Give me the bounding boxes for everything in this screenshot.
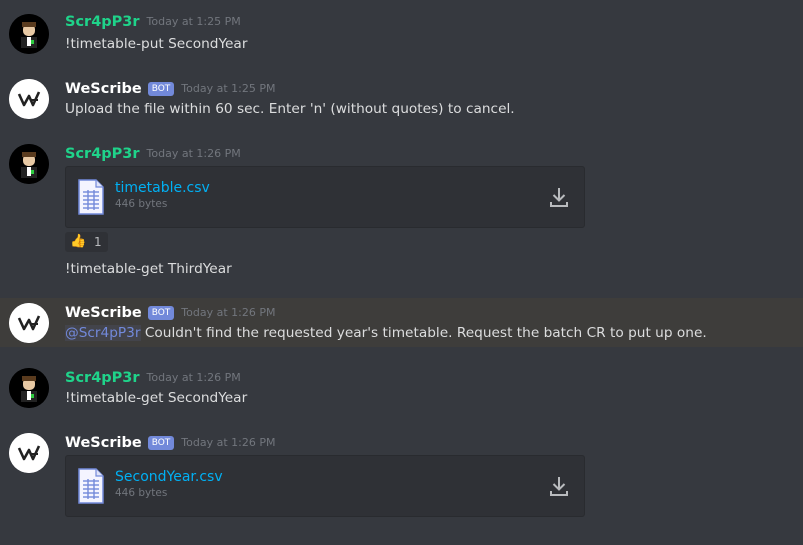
- username[interactable]: WeScribe: [65, 81, 142, 97]
- message-text: Upload the file within 60 sec. Enter 'n'…: [65, 101, 515, 117]
- timestamp: Today at 1:25 PM: [146, 15, 241, 28]
- bot-badge: BOT: [147, 436, 175, 450]
- username[interactable]: Scr4pP3r: [65, 146, 140, 162]
- avatar[interactable]: [9, 144, 49, 184]
- avatar[interactable]: [9, 368, 49, 408]
- file-icon: [78, 179, 104, 219]
- avatar[interactable]: [9, 14, 49, 54]
- avatar[interactable]: [9, 79, 49, 119]
- avatar[interactable]: [9, 433, 49, 473]
- file-link[interactable]: SecondYear.csv: [115, 468, 223, 486]
- message-highlighted: WeScribe BOT Today at 1:26 PM @Scr4pP3r Co…: [0, 298, 803, 347]
- username[interactable]: Scr4pP3r: [65, 370, 140, 386]
- thumbs-up-icon: 👍: [70, 234, 87, 249]
- message-text: !timetable-put SecondYear: [65, 36, 248, 52]
- bot-badge: BOT: [147, 82, 175, 96]
- username[interactable]: Scr4pP3r: [65, 14, 140, 30]
- timestamp: Today at 1:25 PM: [181, 82, 276, 95]
- message-header: WeScribe BOT Today at 1:26 PM: [65, 302, 275, 322]
- file-size: 446 bytes: [115, 198, 168, 210]
- message-header: Scr4pP3r Today at 1:26 PM: [65, 143, 241, 163]
- message-text: !timetable-get ThirdYear: [65, 261, 232, 277]
- file-icon: [78, 468, 104, 508]
- file-link[interactable]: timetable.csv: [115, 179, 210, 197]
- message-header: Scr4pP3r Today at 1:26 PM: [65, 367, 241, 387]
- reaction-thumbs-up[interactable]: 👍 1: [65, 232, 108, 252]
- message-text: !timetable-get SecondYear: [65, 390, 248, 406]
- timestamp: Today at 1:26 PM: [181, 436, 276, 449]
- user-mention[interactable]: @Scr4pP3r: [65, 325, 141, 341]
- bot-badge: BOT: [147, 306, 175, 320]
- username[interactable]: WeScribe: [65, 305, 142, 321]
- message-header: WeScribe BOT Today at 1:26 PM: [65, 432, 275, 452]
- message-header: WeScribe BOT Today at 1:25 PM: [65, 78, 275, 98]
- file-attachment: SecondYear.csv 446 bytes: [65, 455, 585, 517]
- timestamp: Today at 1:26 PM: [146, 147, 241, 160]
- reaction-count: 1: [94, 235, 102, 249]
- username[interactable]: WeScribe: [65, 435, 142, 451]
- message-header: Scr4pP3r Today at 1:25 PM: [65, 11, 241, 31]
- file-size: 446 bytes: [115, 487, 168, 499]
- timestamp: Today at 1:26 PM: [146, 371, 241, 384]
- message-text: @Scr4pP3r Couldn't find the requested ye…: [65, 323, 707, 343]
- download-icon[interactable]: [550, 187, 568, 211]
- avatar[interactable]: [9, 303, 49, 343]
- file-attachment: timetable.csv 446 bytes: [65, 166, 585, 228]
- message-body: Couldn't find the requested year's timet…: [140, 325, 707, 341]
- timestamp: Today at 1:26 PM: [181, 306, 276, 319]
- download-icon[interactable]: [550, 476, 568, 500]
